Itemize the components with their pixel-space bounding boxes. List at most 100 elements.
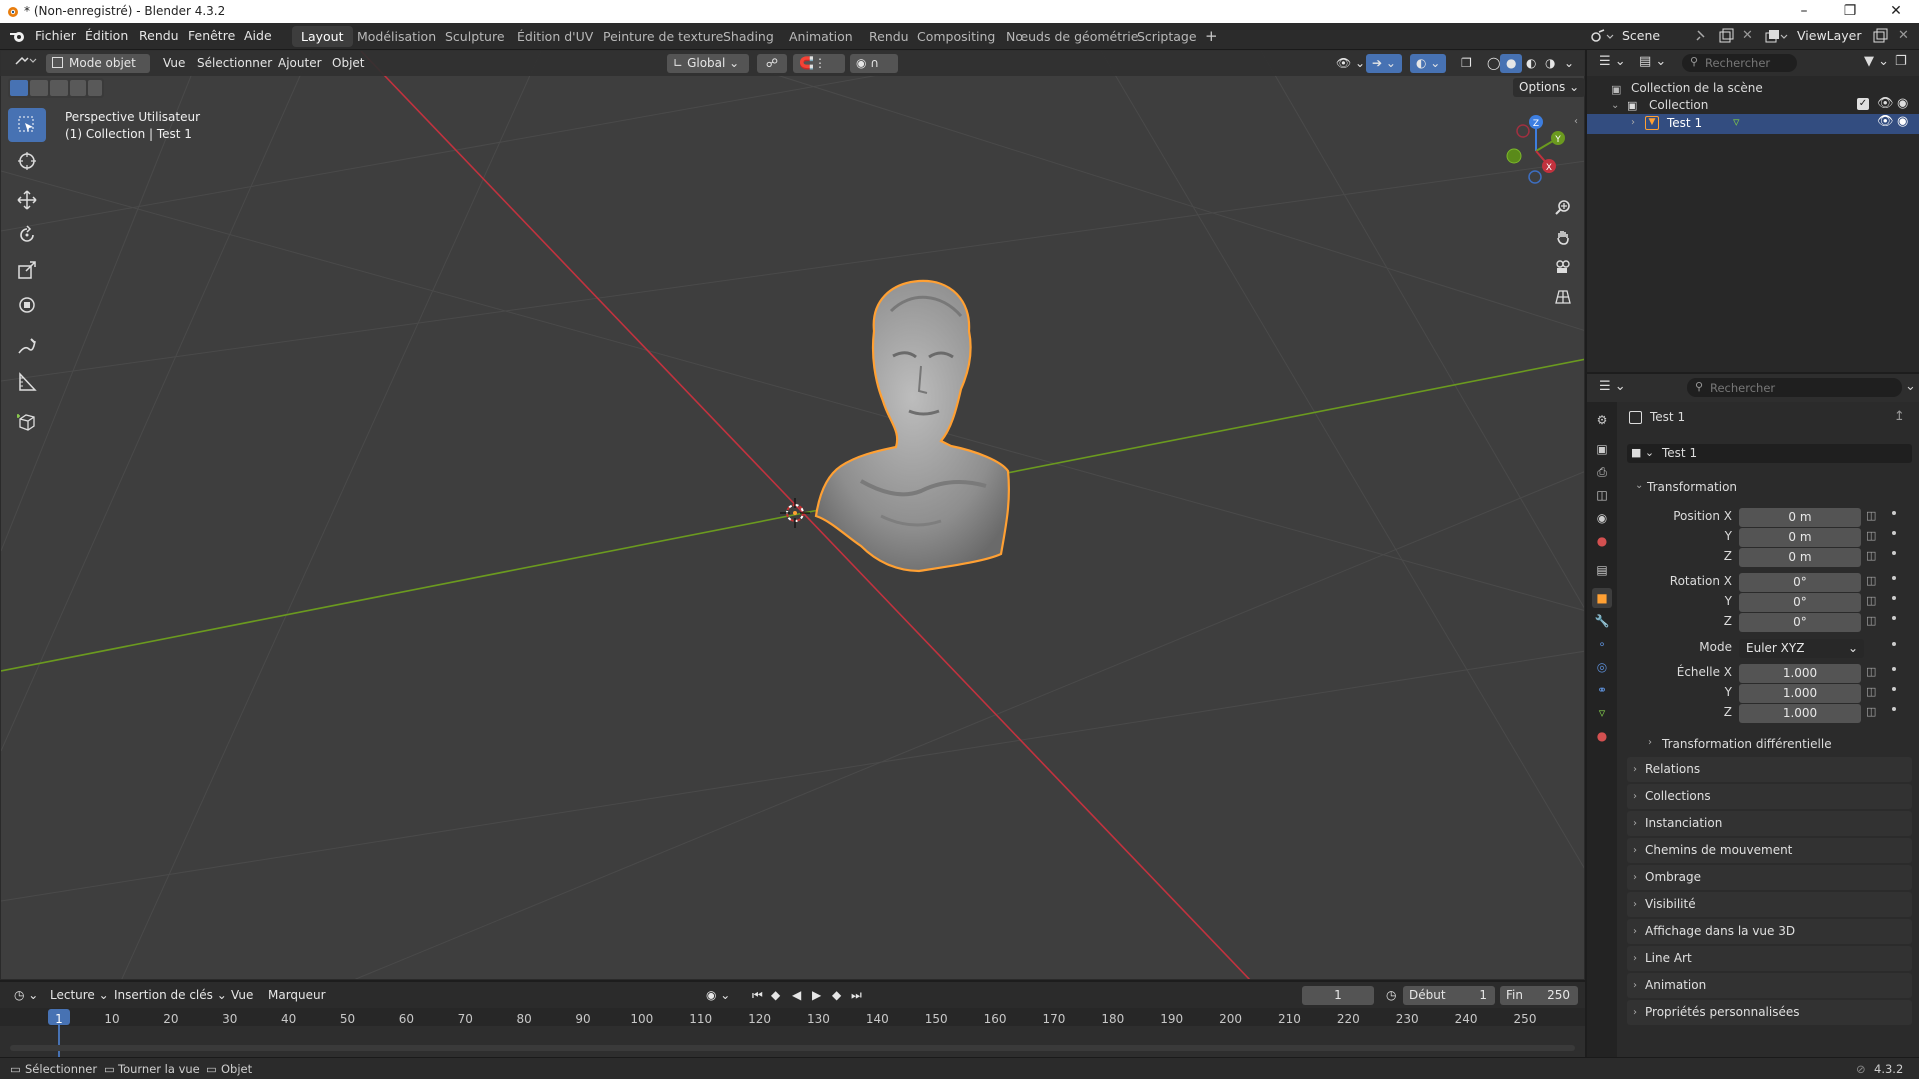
mesh-data-icon[interactable]: ▿ (1733, 115, 1740, 130)
bust-mesh-object[interactable] (801, 271, 1061, 591)
end-frame-field[interactable]: Fin 250 (1500, 986, 1578, 1005)
keyframe-dot-icon[interactable] (1892, 551, 1896, 555)
tab-uv-editing[interactable]: Édition d'UV (508, 26, 602, 47)
menu-object[interactable]: Objet (326, 54, 370, 73)
properties-editor-type-icon[interactable]: ☰ ⌄ (1599, 379, 1626, 394)
editor-type-icon[interactable] (8, 54, 44, 73)
transform-orientation-selector[interactable]: ∟ Global ⌄ (667, 54, 749, 73)
object-visibility-eye-icon[interactable]: 👁 (1877, 114, 1894, 129)
preview-range-icon[interactable]: ◷ (1380, 986, 1402, 1005)
constraints-tab-icon[interactable]: ⚭ (1592, 680, 1612, 700)
lock-icon[interactable]: ◫ (1866, 705, 1876, 718)
lock-icon[interactable]: ◫ (1866, 665, 1876, 678)
object-label[interactable]: Test 1 (1667, 116, 1702, 130)
perspective-grid-icon[interactable] (1549, 283, 1577, 311)
panel-instancing[interactable]: › Instanciation (1627, 811, 1912, 836)
menu-add[interactable]: Ajouter (272, 54, 328, 73)
panel-visibility[interactable]: › Visibilité (1627, 892, 1912, 917)
cursor-tool-icon[interactable] (8, 144, 46, 178)
scale-z-field[interactable]: 1.000 (1739, 704, 1861, 723)
auto-keying-icon[interactable]: ◉ ⌄ (700, 986, 736, 1005)
play-reverse-icon[interactable]: ◀ (786, 986, 807, 1005)
menu-help[interactable]: Aide (244, 28, 272, 43)
collection-render-camera-icon[interactable]: ◉ (1897, 96, 1908, 111)
timeline-editor-type-icon[interactable]: ◷ ⌄ (8, 986, 44, 1005)
properties-options-icon[interactable]: ⌄ (1905, 379, 1916, 394)
lock-icon[interactable]: ◫ (1866, 594, 1876, 607)
panel-collections[interactable]: › Collections (1627, 784, 1912, 809)
panel-viewport-display[interactable]: › Affichage dans la vue 3D (1627, 919, 1912, 944)
3d-viewport[interactable]: Perspective Utilisateur (1) Collection |… (0, 50, 1585, 980)
rotation-mode-dropdown[interactable]: Euler XYZ ⌄ (1739, 639, 1864, 658)
physics-tab-icon[interactable]: ◎ (1592, 657, 1612, 677)
menu-playback[interactable]: Lecture ⌄ (44, 986, 115, 1005)
3d-cursor-icon[interactable] (780, 498, 810, 528)
panel-custom-properties[interactable]: › Propriétés personnalisées (1627, 1000, 1912, 1025)
keyframe-dot-icon[interactable] (1892, 531, 1896, 535)
world-tab-icon[interactable]: ● (1592, 531, 1612, 551)
panel-relations[interactable]: › Relations (1627, 757, 1912, 782)
panel-animation[interactable]: › Animation (1627, 973, 1912, 998)
zoom-view-icon[interactable] (1549, 193, 1577, 221)
prev-keyframe-icon[interactable]: ◆ (765, 986, 786, 1005)
keyframe-dot-icon[interactable] (1892, 667, 1896, 671)
menu-view[interactable]: Vue (157, 54, 191, 73)
transform-panel-header[interactable]: ⌄ Transformation (1627, 475, 1912, 501)
panel-motion-paths[interactable]: › Chemins de mouvement (1627, 838, 1912, 863)
select-new-icon[interactable] (10, 80, 28, 96)
new-scene-icon[interactable] (1718, 28, 1734, 44)
menu-select[interactable]: Sélectionner (191, 54, 278, 73)
annotate-tool-icon[interactable] (8, 330, 46, 364)
scale-tool-icon[interactable] (8, 253, 46, 287)
xray-toggle-icon[interactable]: ❐ (1455, 54, 1478, 73)
keyframe-dot-icon[interactable] (1892, 576, 1896, 580)
tab-sculpting[interactable]: Sculpture (436, 26, 514, 47)
maximize-icon[interactable]: ❐ (1827, 0, 1873, 23)
tab-shading[interactable]: Shading (714, 26, 783, 47)
scale-x-field[interactable]: 1.000 (1739, 664, 1861, 683)
collection-label[interactable]: Collection (1649, 98, 1708, 112)
scene-selector-icon[interactable] (1590, 28, 1614, 44)
minimize-icon[interactable]: – (1781, 0, 1827, 23)
tab-modeling[interactable]: Modélisation (348, 26, 445, 47)
show-overlays-icon[interactable]: ◐ ⌄ (1410, 54, 1447, 73)
select-box-tool-icon[interactable] (8, 108, 46, 142)
modifiers-tab-icon[interactable]: 🔧 (1592, 611, 1612, 631)
collection-visibility-eye-icon[interactable]: 👁 (1877, 96, 1894, 111)
outliner-search-input[interactable]: ⚲ Rechercher (1682, 54, 1797, 72)
proportional-editing-icon[interactable]: ◉ ∩ (850, 54, 898, 73)
keyframe-dot-icon[interactable] (1892, 616, 1896, 620)
move-tool-icon[interactable] (8, 183, 46, 217)
rotation-y-field[interactable]: 0° (1739, 593, 1861, 612)
menu-marker[interactable]: Marqueur (262, 986, 332, 1005)
rotation-x-field[interactable]: 0° (1739, 573, 1861, 592)
transform-tool-icon[interactable] (8, 288, 46, 322)
select-invert-icon[interactable] (70, 80, 86, 96)
object-expand-icon[interactable]: › (1631, 117, 1635, 128)
menu-edit[interactable]: Édition (85, 28, 128, 43)
mode-selector[interactable]: Mode objet ⌄ (46, 54, 150, 89)
menu-timeline-view[interactable]: Vue (225, 986, 259, 1005)
shading-options-icon[interactable]: ⌄ (1558, 54, 1580, 73)
keyframe-dot-icon[interactable] (1892, 687, 1896, 691)
scene-tab-icon[interactable]: ◉ (1592, 508, 1612, 528)
navigation-gizmo[interactable]: Z Y X (1496, 111, 1576, 191)
scene-name[interactable]: Scene (1622, 28, 1660, 43)
select-extend-icon[interactable] (30, 80, 48, 96)
current-frame-field[interactable]: 1 (1302, 986, 1374, 1005)
lock-icon[interactable]: ◫ (1866, 574, 1876, 587)
tab-geometry-nodes[interactable]: Nœuds de géométrie (997, 26, 1147, 47)
scene-collection-label[interactable]: Collection de la scène (1631, 81, 1763, 95)
output-tab-icon[interactable]: ⎙ (1592, 462, 1612, 482)
panel-line-art[interactable]: › Line Art (1627, 946, 1912, 971)
select-intersect-icon[interactable] (88, 80, 102, 96)
filter-icon[interactable]: ▼ ⌄ (1864, 54, 1889, 69)
keyframe-dot-icon[interactable] (1892, 511, 1896, 515)
properties-pin-icon[interactable]: ↥ (1894, 409, 1905, 424)
pan-view-hand-icon[interactable] (1549, 223, 1577, 251)
blender-menu-icon[interactable] (9, 29, 25, 43)
snapping-icon[interactable]: 🧲⋮ (793, 54, 845, 73)
panel-shading[interactable]: › Ombrage (1627, 865, 1912, 890)
lock-icon[interactable]: ◫ (1866, 509, 1876, 522)
outliner-row-test1[interactable] (1587, 114, 1919, 134)
